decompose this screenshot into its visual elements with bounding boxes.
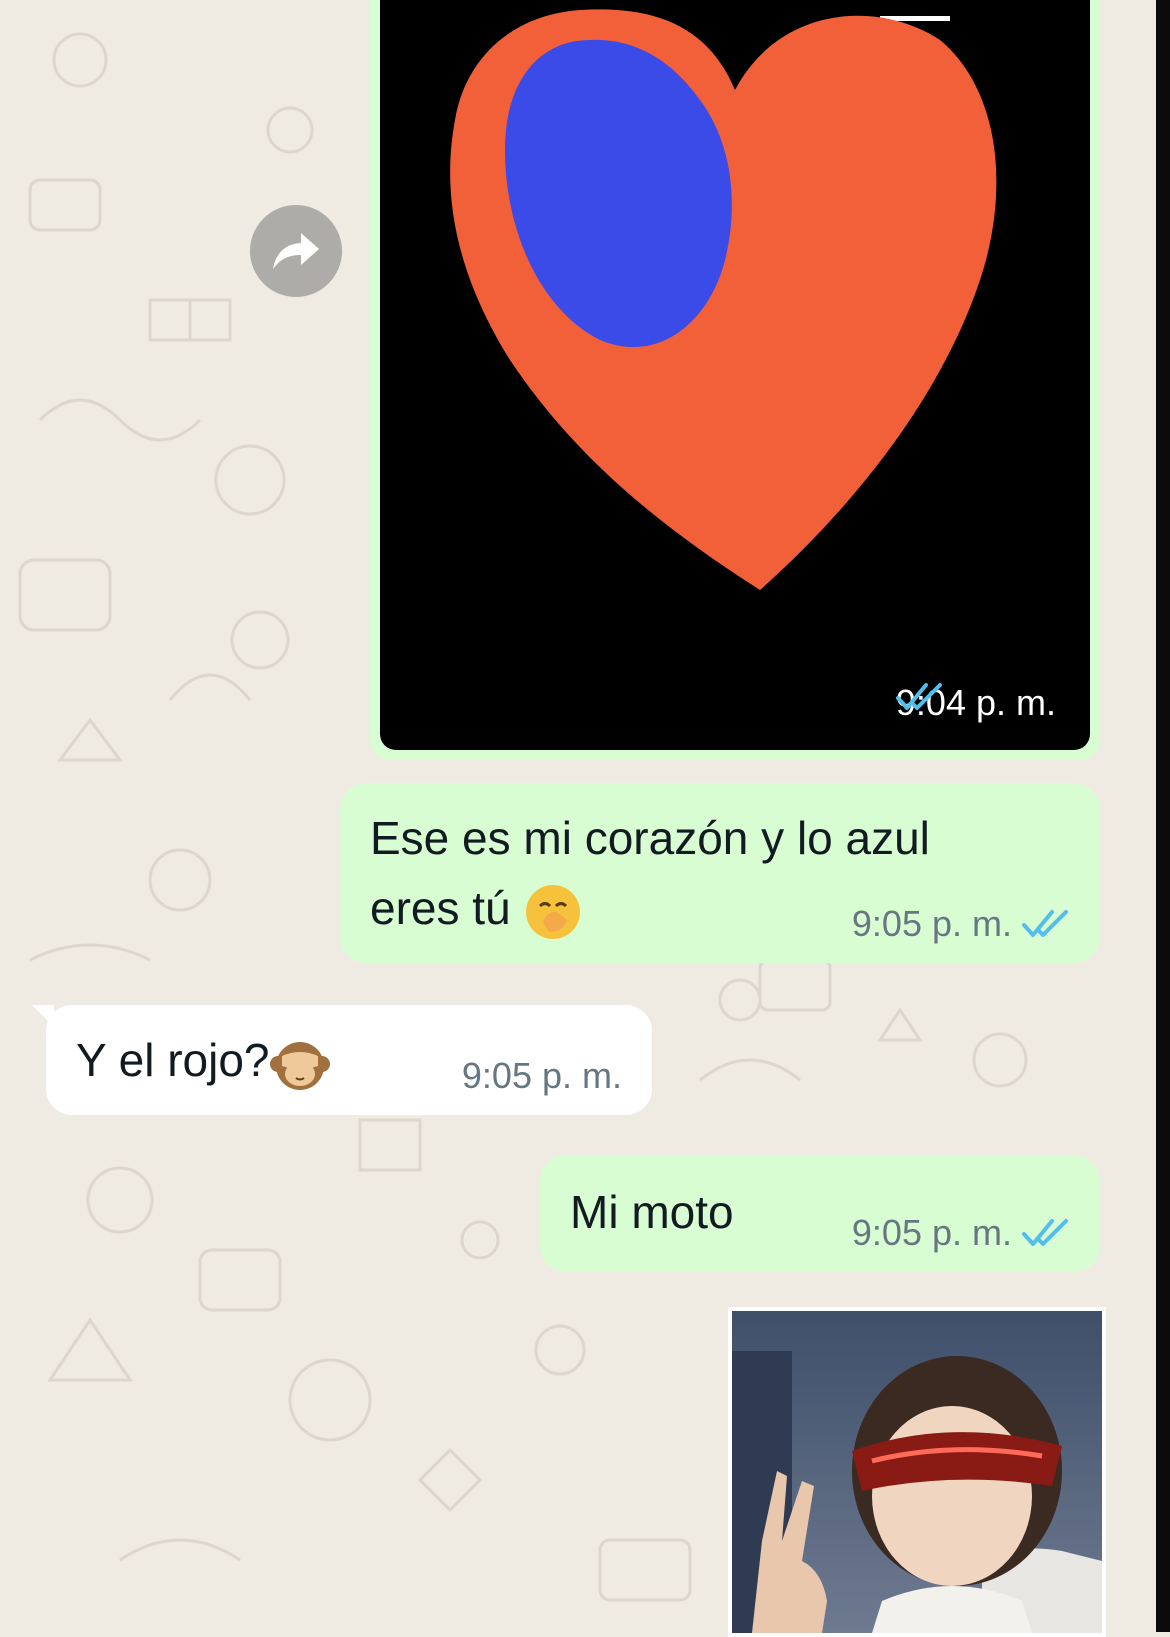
outgoing-image-message[interactable]: 9:04 p. m. [370,0,1100,760]
kid-with-sunglasses-photo [732,1311,1102,1633]
message-time: 9:05 p. m. [461,1055,622,1096]
outgoing-text-message[interactable]: Ese es mi corazón y lo azul eres tú 9:05… [340,783,1100,963]
double-check-icon [1022,909,1070,939]
heart-drawing-image[interactable]: 9:04 p. m. [380,0,1090,750]
double-check-icon [1022,1218,1070,1248]
forward-arrow-icon [273,233,319,269]
outgoing-photo-message[interactable] [728,1307,1106,1637]
hand-over-mouth-emoji-icon [526,884,581,939]
message-time: 9:04 p. m. [895,682,1056,723]
message-time: 9:05 p. m. [852,903,1070,945]
see-no-evil-monkey-emoji-icon [269,1041,330,1090]
message-time: 9:05 p. m. [852,1212,1070,1254]
incoming-text-message[interactable]: Y el rojo? 9:05 p. m. [32,1005,652,1115]
screen-edge [1156,0,1170,1632]
outgoing-text-message[interactable]: Mi moto 9:05 p. m. [540,1155,1100,1272]
forward-button[interactable] [250,205,342,297]
